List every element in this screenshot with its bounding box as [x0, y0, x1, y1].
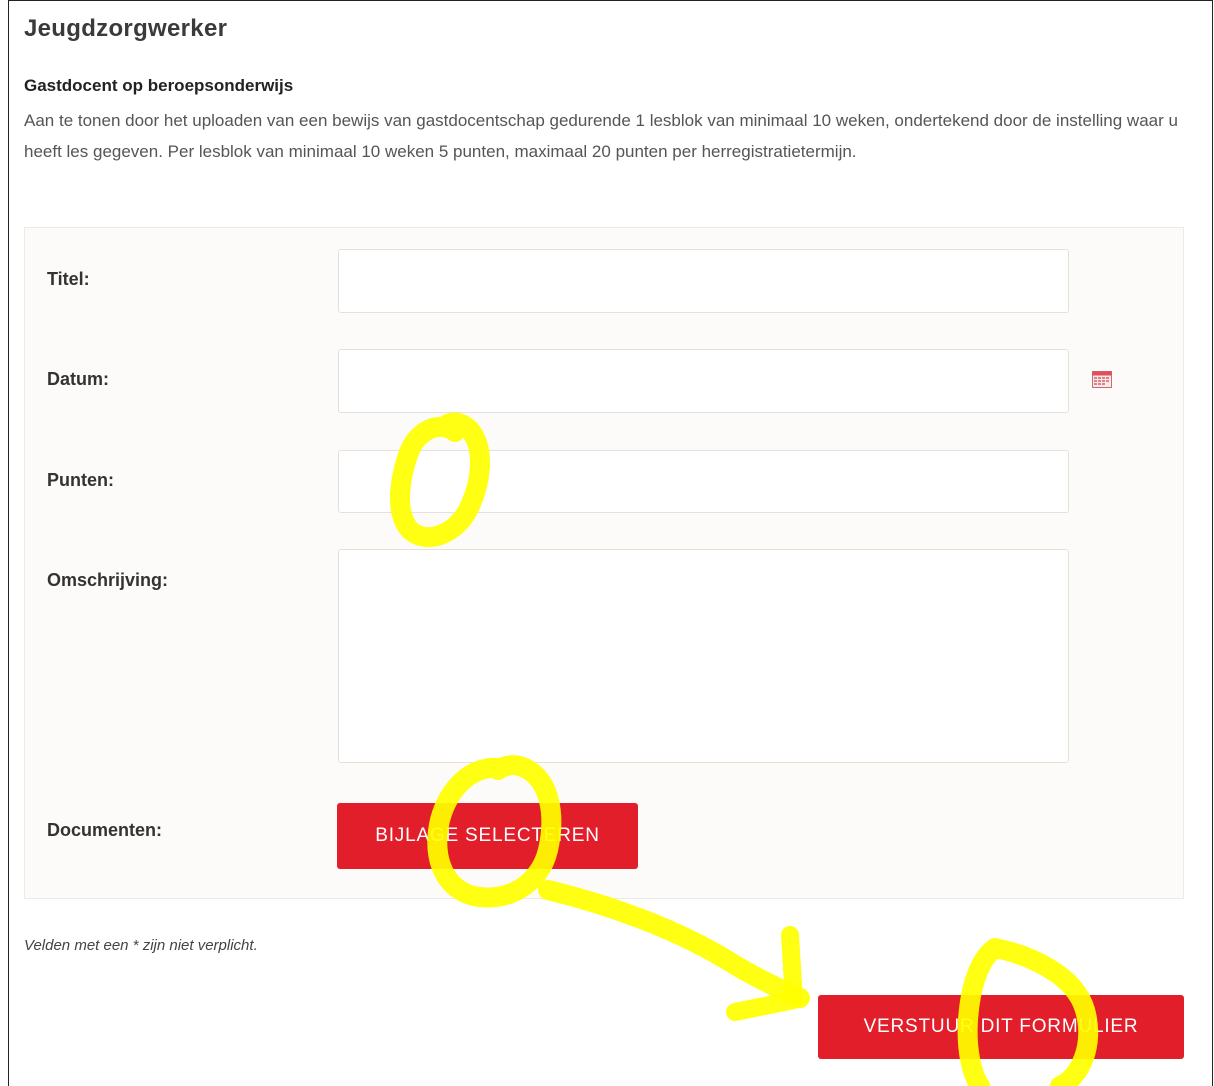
omschrijving-label: Omschrijving: — [47, 570, 169, 590]
datum-label: Datum: — [47, 369, 109, 389]
optional-fields-note: Velden met een * zijn niet verplicht. — [24, 937, 258, 954]
section-description: Aan te tonen door het uploaden van een b… — [24, 111, 1178, 161]
points-form: Titel: Datum: Punten: Omschrijving: Docu… — [24, 227, 1184, 899]
section-title: Gastdocent op beroepsonderwijs — [24, 76, 294, 95]
punten-label: Punten: — [47, 470, 114, 490]
datum-input[interactable] — [338, 349, 1069, 413]
submit-form-button[interactable]: VERSTUUR DIT FORMULIER — [818, 995, 1184, 1059]
calendar-icon[interactable] — [1092, 371, 1112, 388]
select-attachment-button[interactable]: BIJLAGE SELECTEREN — [337, 803, 638, 869]
titel-input[interactable] — [338, 249, 1069, 313]
titel-label: Titel: — [47, 269, 90, 289]
documenten-label: Documenten: — [47, 820, 163, 840]
omschrijving-textarea[interactable] — [338, 549, 1069, 763]
page-title: Jeugdzorgwerker — [24, 15, 228, 42]
punten-input[interactable] — [338, 450, 1069, 513]
